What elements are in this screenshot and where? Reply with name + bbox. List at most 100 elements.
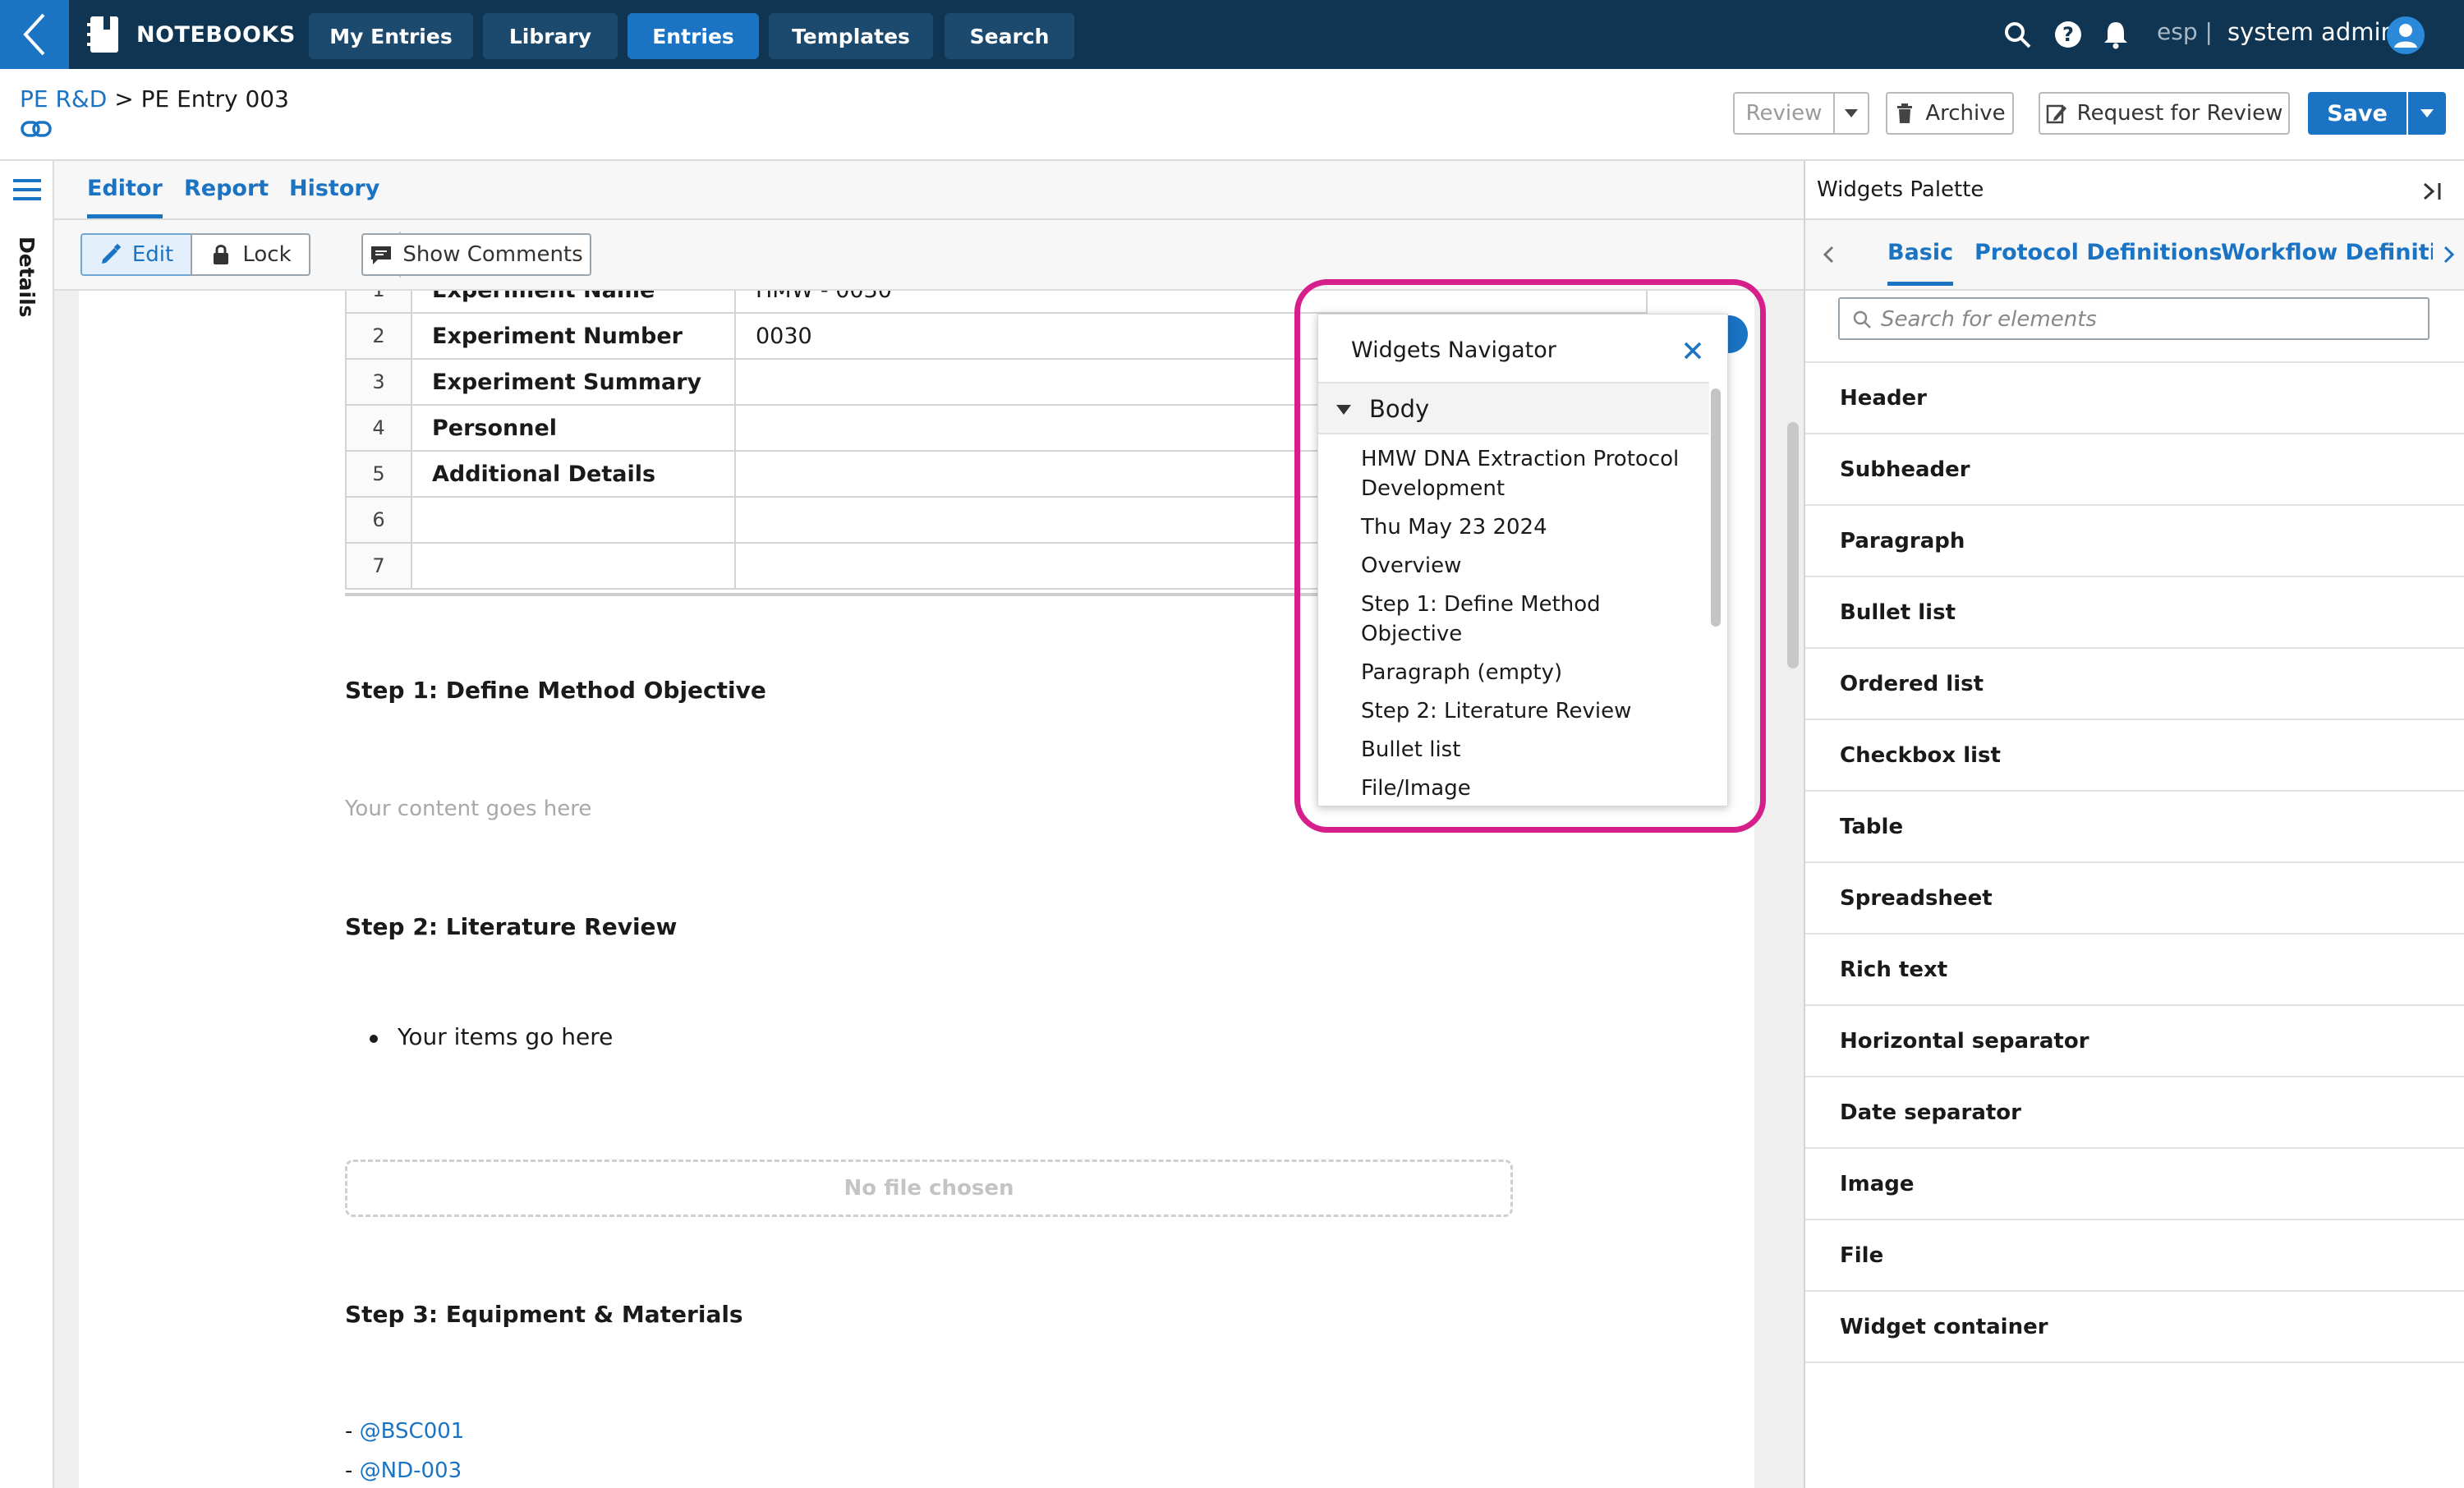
bell-icon[interactable]	[2099, 18, 2132, 51]
step3-heading[interactable]: Step 3: Equipment & Materials	[345, 1301, 743, 1328]
svg-text:?: ?	[2062, 23, 2074, 46]
file-drop-zone[interactable]: No file chosen	[345, 1160, 1513, 1217]
bullet-dot	[370, 1035, 378, 1043]
row-number: 2	[345, 312, 412, 360]
editor-tabs: Editor Report History	[54, 161, 1804, 220]
details-toggle[interactable]: Details	[15, 237, 39, 318]
palette-tab-workflow-definitions[interactable]: Workflow Definitions	[2221, 240, 2464, 286]
chevron-left-icon	[1823, 246, 1834, 264]
palette-title: Widgets Palette	[1817, 177, 1984, 202]
field-label-cell[interactable]: Experiment Summary	[411, 358, 736, 406]
palette-search-input[interactable]	[1881, 304, 2415, 335]
palette-item[interactable]: Paragraph	[1805, 506, 2464, 577]
search-icon	[1853, 310, 1871, 328]
step1-heading[interactable]: Step 1: Define Method Objective	[345, 677, 766, 704]
edit-request-icon	[2046, 104, 2066, 124]
paragraph-placeholder[interactable]: Your content goes here	[345, 797, 591, 821]
search-icon[interactable]	[2001, 18, 2034, 51]
palette-item[interactable]: Ordered list	[1805, 649, 2464, 720]
navigator-highlight-outline	[1294, 279, 1766, 833]
palette-item[interactable]: Widget container	[1805, 1292, 2464, 1363]
reference-link-bsc001[interactable]: @BSC001	[360, 1419, 465, 1444]
request-review-button[interactable]: Request for Review	[2039, 92, 2290, 135]
palette-header: Widgets Palette	[1805, 161, 2464, 220]
palette-item[interactable]: Rich text	[1805, 935, 2464, 1006]
canvas-scrollbar[interactable]	[1784, 291, 1804, 1488]
reference-line: - @ND-003	[345, 1458, 462, 1483]
menu-icon[interactable]	[13, 177, 41, 202]
tab-report[interactable]: Report	[184, 176, 269, 218]
chevron-left-icon	[23, 13, 45, 56]
field-label-cell[interactable]	[411, 542, 736, 590]
breadcrumb-separator: >	[114, 85, 134, 113]
step2-heading[interactable]: Step 2: Literature Review	[345, 913, 677, 940]
palette-item[interactable]: Image	[1805, 1149, 2464, 1220]
collapse-right-icon[interactable]	[2420, 179, 2444, 204]
reference-prefix: -	[345, 1419, 360, 1444]
tab-history[interactable]: History	[289, 176, 379, 218]
trash-icon	[1897, 103, 1913, 123]
palette-item[interactable]: Bullet list	[1805, 577, 2464, 649]
comment-icon	[371, 246, 392, 264]
palette-item[interactable]: Subheader	[1805, 434, 2464, 506]
nav-tab-search[interactable]: Search	[945, 13, 1074, 59]
palette-item[interactable]: Spreadsheet	[1805, 863, 2464, 935]
palette-item[interactable]: Horizontal separator	[1805, 1006, 2464, 1077]
palette-item[interactable]: Date separator	[1805, 1077, 2464, 1149]
user-name[interactable]: system admin	[2227, 18, 2396, 46]
reference-link-nd003[interactable]: @ND-003	[360, 1458, 462, 1483]
breadcrumb: PE R&D > PE Entry 003	[20, 85, 289, 113]
lock-button[interactable]: Lock	[191, 233, 310, 276]
save-dropdown-button[interactable]	[2408, 92, 2446, 135]
bullet-list-item[interactable]: Your items go here	[398, 1023, 613, 1050]
nav-tab-templates[interactable]: Templates	[769, 13, 933, 59]
palette-item[interactable]: Table	[1805, 792, 2464, 863]
field-label-cell[interactable]: Additional Details	[411, 450, 736, 498]
nav-tab-entries[interactable]: Entries	[627, 13, 759, 59]
archive-button[interactable]: Archive	[1886, 92, 2014, 135]
palette-item[interactable]: Header	[1805, 363, 2464, 434]
field-label-cell[interactable]: Personnel	[411, 404, 736, 452]
review-button[interactable]: Review	[1733, 92, 1835, 135]
help-icon[interactable]: ?	[2052, 18, 2085, 51]
edit-label: Edit	[131, 242, 174, 267]
top-nav-bar: NOTEBOOKS My Entries Library Entries Tem…	[0, 0, 2464, 69]
breadcrumb-parent[interactable]: PE R&D	[20, 85, 107, 113]
back-button[interactable]	[0, 0, 69, 69]
field-label-cell[interactable]: Experiment Name	[411, 291, 736, 314]
show-comments-button[interactable]: Show Comments	[361, 233, 591, 276]
reference-line: - @BSC001	[345, 1419, 464, 1444]
nav-tab-library[interactable]: Library	[483, 13, 618, 59]
nav-tab-my-entries[interactable]: My Entries	[309, 13, 473, 59]
palette-item[interactable]: Checkbox list	[1805, 720, 2464, 792]
palette-tabs-scroll-right[interactable]	[2433, 238, 2464, 271]
reference-prefix: -	[345, 1458, 360, 1483]
palette-tabs-scroll-left[interactable]	[1812, 238, 1845, 271]
field-label-cell[interactable]	[411, 496, 736, 544]
save-button[interactable]: Save	[2308, 92, 2407, 135]
edit-mode-button[interactable]: Edit	[80, 233, 192, 276]
entry-header: PE R&D > PE Entry 003 Review Archive Req…	[0, 69, 2464, 161]
palette-item[interactable]: File	[1805, 1220, 2464, 1292]
link-icon[interactable]	[20, 118, 53, 140]
field-label-cell[interactable]: Experiment Number	[411, 312, 736, 360]
tab-editor[interactable]: Editor	[87, 176, 163, 218]
archive-label: Archive	[1925, 101, 2006, 126]
palette-tab-protocol-definitions[interactable]: Protocol Definitions	[1974, 240, 2223, 286]
notebook-icon	[87, 16, 118, 53]
canvas-scroll-thumb[interactable]	[1787, 422, 1799, 668]
palette-tab-basic[interactable]: Basic	[1887, 240, 1954, 286]
row-number: 3	[345, 358, 412, 406]
show-comments-label: Show Comments	[402, 242, 583, 267]
lock-label: Lock	[242, 242, 292, 267]
user-avatar-icon[interactable]	[2387, 16, 2425, 54]
language-switch[interactable]: esp |	[2157, 18, 2213, 45]
caret-down-icon	[2420, 109, 2434, 117]
row-number: 4	[345, 404, 412, 452]
widgets-palette: Widgets Palette Basic Protocol Definitio…	[1804, 161, 2464, 1488]
caret-down-icon	[1845, 109, 1858, 117]
breadcrumb-current: PE Entry 003	[140, 85, 289, 113]
row-number: 5	[345, 450, 412, 498]
brand[interactable]: NOTEBOOKS	[85, 15, 296, 54]
review-dropdown-button[interactable]	[1833, 92, 1869, 135]
